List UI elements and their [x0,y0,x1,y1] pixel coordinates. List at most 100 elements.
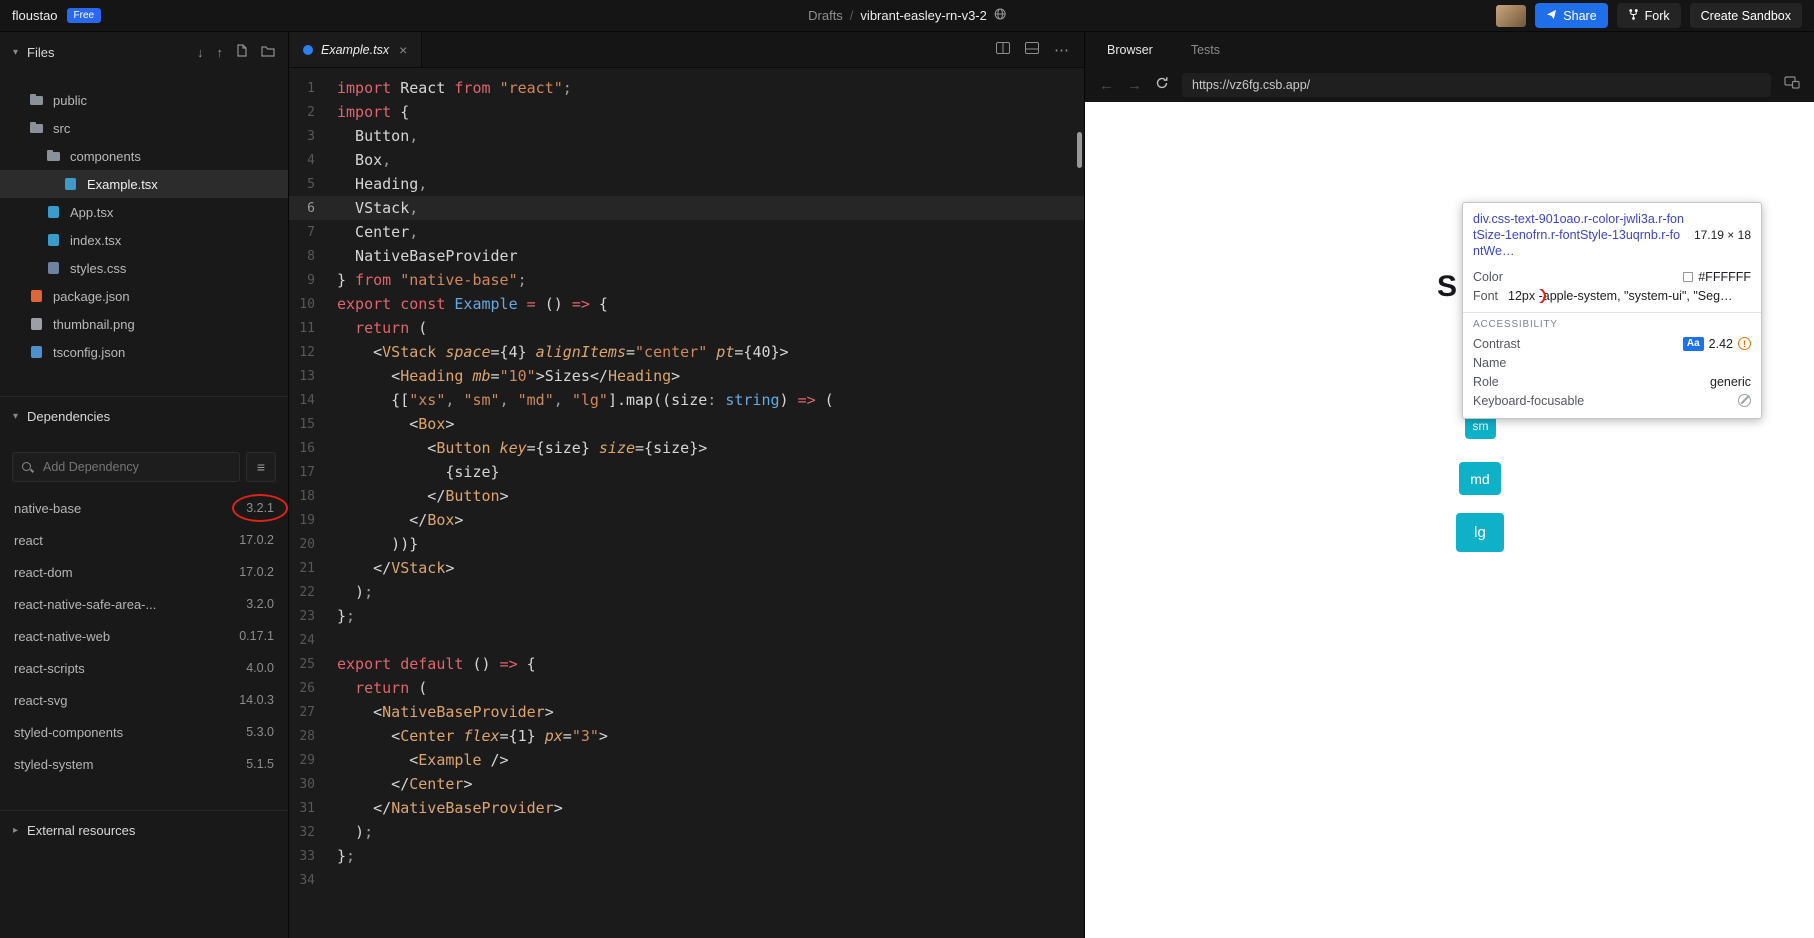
file-row-components[interactable]: components [0,142,288,170]
code-line-18[interactable]: 18 </Button> [289,484,1084,508]
dependency-row-react-svg[interactable]: react-svg 14.0.3 [0,684,288,716]
code-line-31[interactable]: 31 </NativeBaseProvider> [289,796,1084,820]
preview-button-md[interactable]: md [1459,462,1501,495]
file-row-Example.tsx[interactable]: Example.tsx [0,170,288,198]
code-line-13[interactable]: 13 <Heading mb="10">Sizes</Heading> [289,364,1084,388]
code-line-34[interactable]: 34 [289,868,1084,892]
dependency-name: react-native-web [14,628,111,644]
sandbox-title[interactable]: vibrant-easley-rn-v3-2 [860,8,986,23]
editor-scrollbar[interactable] [1077,132,1082,168]
dependency-version: 14.0.3 [239,693,274,707]
username[interactable]: floustao [12,8,58,23]
dependency-row-react-scripts[interactable]: react-scripts 4.0.0 [0,652,288,684]
search-box[interactable] [12,452,240,482]
code-line-1[interactable]: 1 import React from "react"; [289,76,1084,100]
dependency-row-native-base[interactable]: native-base 3.2.1 [0,492,288,524]
code-line-23[interactable]: 23}; [289,604,1084,628]
avatar[interactable] [1496,4,1527,27]
plan-badge: Free [66,8,102,23]
topbar: floustao Free Drafts / vibrant-easley-rn… [0,0,1814,32]
dependency-row-react-native-safe-area-...[interactable]: react-native-safe-area-... 3.2.0 [0,588,288,620]
dependency-name: native-base [14,500,82,516]
dependency-row-styled-components[interactable]: styled-components 5.3.0 [0,716,288,748]
file-row-App.tsx[interactable]: App.tsx [0,198,288,226]
external-resources-header[interactable]: ▸ External resources [0,810,288,850]
code-line-11[interactable]: 11 return ( [289,316,1084,340]
code-line-14[interactable]: 14 {["xs", "sm", "md", "lg"].map((size: … [289,388,1084,412]
dependency-row-styled-system[interactable]: styled-system 5.1.5 [0,748,288,780]
file-label: index.tsx [70,232,122,248]
line-number: 24 [299,632,315,648]
breadcrumb-drafts[interactable]: Drafts [808,8,843,23]
create-sandbox-button[interactable]: Create Sandbox [1689,3,1802,28]
code-line-28[interactable]: 28 <Center flex={1} px="3"> [289,724,1084,748]
back-icon[interactable]: ← [1099,77,1114,94]
code-line-15[interactable]: 15 <Box> [289,412,1084,436]
dependency-row-react-dom[interactable]: react-dom 17.0.2 [0,556,288,588]
code-line-25[interactable]: 25 export default () => { [289,652,1084,676]
upload-icon[interactable]: ↑ [217,45,224,60]
share-button[interactable]: Share [1535,3,1608,28]
refresh-icon[interactable] [1155,76,1169,95]
code-line-20[interactable]: 20 ))} [289,532,1084,556]
code-line-8[interactable]: 8 NativeBaseProvider [289,244,1084,268]
tab-browser[interactable]: Browser [1107,43,1153,57]
line-number: 31 [299,800,315,816]
file-row-public[interactable]: public [0,86,288,114]
split-bottom-icon[interactable] [1025,41,1039,59]
code-line-3[interactable]: 3 Button, [289,124,1084,148]
code-line-6[interactable]: 6 VStack, [289,196,1084,220]
file-row-styles.css[interactable]: styles.css [0,254,288,282]
tab-example-tsx[interactable]: Example.tsx × [289,32,423,67]
file-row-thumbnail.png[interactable]: thumbnail.png [0,310,288,338]
file-row-package.json[interactable]: package.json [0,282,288,310]
code-line-7[interactable]: 7 Center, [289,220,1084,244]
url-input[interactable] [1182,73,1771,97]
close-tab-icon[interactable]: × [399,42,407,58]
code-editor[interactable]: 1 import React from "react"; 2 import {3 Bu… [289,68,1084,938]
chevron-down-icon[interactable]: ▾ [13,411,18,422]
code-line-26[interactable]: 26 return ( [289,676,1084,700]
add-dependency-input[interactable] [41,459,230,475]
code-line-12[interactable]: 12 <VStack space={4} alignItems="center"… [289,340,1084,364]
dependencies-section-header[interactable]: ▾ Dependencies [0,396,288,436]
dependency-row-react-native-web[interactable]: react-native-web 0.17.1 [0,620,288,652]
tab-tests[interactable]: Tests [1191,43,1220,57]
more-options-icon[interactable]: ⋯ [1054,41,1069,59]
chevron-down-icon[interactable]: ▾ [13,47,18,58]
new-file-icon[interactable] [236,44,248,60]
forward-icon[interactable]: → [1127,77,1142,94]
code-line-33[interactable]: 33}; [289,844,1084,868]
code-line-30[interactable]: 30 </Center> [289,772,1084,796]
file-row-index.tsx[interactable]: index.tsx [0,226,288,254]
files-section-header[interactable]: ▾ Files ↓ ↑ [0,32,288,72]
code-line-21[interactable]: 21 </VStack> [289,556,1084,580]
preview-button-lg[interactable]: lg [1456,513,1504,552]
dependency-menu-button[interactable]: ≡ [246,452,276,482]
code-line-27[interactable]: 27 <NativeBaseProvider> [289,700,1084,724]
code-line-17[interactable]: 17 {size} [289,460,1084,484]
code-line-2[interactable]: 2 import { [289,100,1084,124]
code-line-19[interactable]: 19 </Box> [289,508,1084,532]
fork-button[interactable]: Fork [1616,3,1681,28]
code-line-5[interactable]: 5 Heading, [289,172,1084,196]
download-icon[interactable]: ↓ [197,45,204,60]
file-row-tsconfig.json[interactable]: tsconfig.json [0,338,288,366]
new-folder-icon[interactable] [261,45,275,60]
dependency-row-react[interactable]: react 17.0.2 [0,524,288,556]
code-line-29[interactable]: 29 <Example /> [289,748,1084,772]
split-view-icon[interactable] [996,41,1010,59]
code-line-24[interactable]: 24 [289,628,1084,652]
file-row-src[interactable]: src [0,114,288,142]
code-line-16[interactable]: 16 <Button key={size} size={size}> [289,436,1084,460]
line-number: 16 [299,440,315,456]
code-line-9[interactable]: 9} from "native-base"; [289,268,1084,292]
browser-url-bar: ← → [1085,68,1814,102]
code-line-32[interactable]: 32 ); [289,820,1084,844]
code-line-22[interactable]: 22 ); [289,580,1084,604]
code-line-10[interactable]: 10 export const Example = () => { [289,292,1084,316]
role-value: generic [1710,374,1751,389]
chevron-right-icon[interactable]: ▸ [13,825,18,836]
responsive-devices-icon[interactable] [1784,76,1800,94]
code-line-4[interactable]: 4 Box, [289,148,1084,172]
